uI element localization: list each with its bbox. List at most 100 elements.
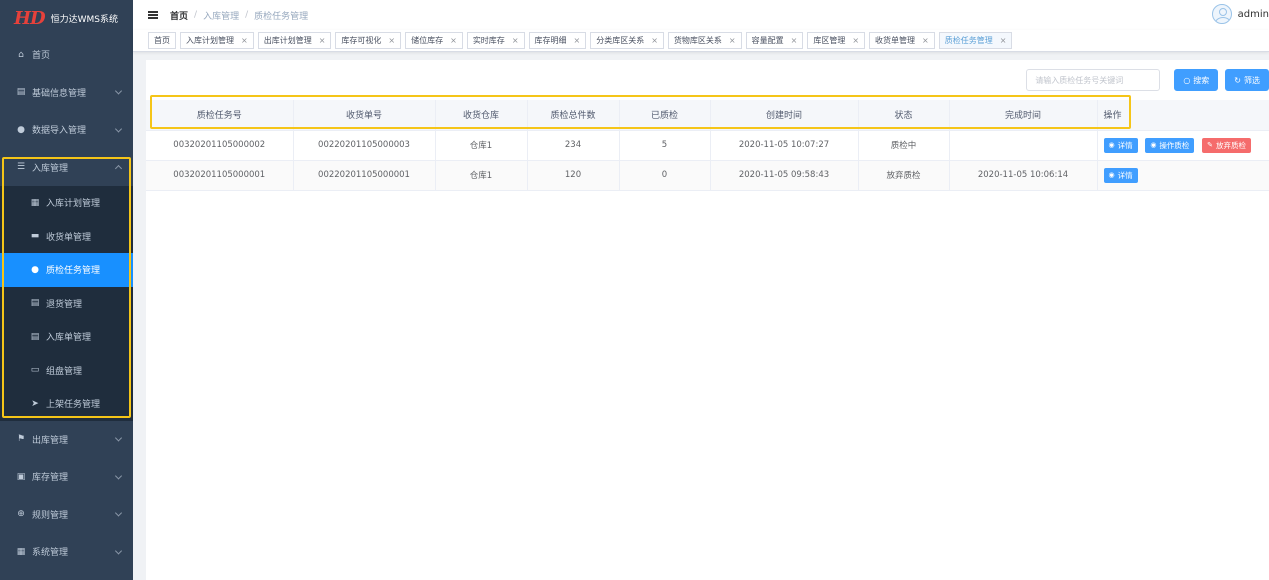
sidebar-item-label: 入库计划管理 — [46, 199, 101, 210]
operate-qc-button[interactable]: ◉ 操作质检 — [1145, 137, 1195, 153]
sidebar-item-label: 质检任务管理 — [46, 266, 101, 277]
close-icon[interactable]: × — [922, 36, 929, 45]
table-row[interactable]: 00320201105000002 00220201105000003 仓库1 … — [146, 130, 1269, 161]
column-header[interactable]: 质检总件数 — [527, 100, 620, 131]
close-icon[interactable]: × — [791, 36, 798, 45]
avatar[interactable] — [1211, 4, 1232, 24]
sidebar-group-inbound[interactable]: ☰ 入库管理 — [0, 149, 133, 187]
button-label: 详情 — [1117, 140, 1133, 150]
tag-item[interactable]: 实时库存 × — [466, 32, 525, 49]
clipboard-icon: ▤ — [30, 298, 40, 309]
eye-icon: ◉ — [1108, 171, 1115, 179]
button-label: 放弃质检 — [1216, 140, 1246, 150]
cell-created: 2020-11-05 09:58:43 — [710, 160, 859, 191]
chevron-down-icon — [114, 125, 123, 133]
cell-task-no: 00320201105000002 — [146, 130, 294, 161]
username[interactable]: admin — [1238, 9, 1269, 20]
tag-item[interactable]: 货物库区关系 × — [667, 32, 742, 49]
hamburger-icon[interactable] — [148, 11, 158, 19]
close-icon[interactable]: × — [241, 36, 248, 45]
cell-finished: 2020-11-05 10:06:14 — [949, 160, 1098, 191]
sidebar-item-inbound-order[interactable]: ▤ 入库单管理 — [0, 320, 133, 354]
sidebar-item-receipt[interactable]: ▬ 收货单管理 — [0, 220, 133, 254]
flag-icon: ⚑ — [16, 434, 26, 445]
chevron-down-icon — [114, 87, 123, 95]
column-header[interactable]: 收货仓库 — [435, 100, 528, 131]
cell-actions: ◉ 详情 — [1097, 160, 1269, 191]
grid-icon: ▦ — [30, 197, 40, 208]
close-icon[interactable]: × — [450, 36, 457, 45]
truck-icon: ▬ — [30, 231, 40, 242]
home-icon: ⌂ — [18, 49, 24, 60]
sidebar: HD 恒力达WMS系统 ⌂ 首页 ▤ 基础信息管理 ● 数据导入管理 ☰ 入库管… — [0, 0, 133, 580]
tag-item[interactable]: 出库计划管理 × — [257, 32, 332, 49]
plus-circle-icon: ⊕ — [17, 509, 25, 520]
filter-button[interactable]: ↻ 筛选 — [1225, 69, 1269, 91]
cell-finished — [949, 130, 1098, 161]
sidebar-item-inventory[interactable]: ▣ 库存管理 — [0, 458, 133, 496]
logo[interactable]: HD 恒力达WMS系统 — [0, 0, 133, 36]
sidebar-item-putaway[interactable]: ➤ 上架任务管理 — [0, 387, 133, 421]
column-header[interactable]: 状态 — [858, 100, 950, 131]
user-icon: ● — [17, 124, 25, 135]
tag-label: 容量配置 — [751, 36, 784, 45]
column-header[interactable]: 收货单号 — [293, 100, 436, 131]
tag-item[interactable]: 库存明细 × — [528, 32, 587, 49]
button-label: 详情 — [1117, 170, 1133, 180]
sidebar-item-system[interactable]: ▦ 系统管理 — [0, 533, 133, 571]
button-label: 操作质检 — [1159, 140, 1190, 150]
sidebar-item-outbound[interactable]: ⚑ 出库管理 — [0, 421, 133, 459]
search-button[interactable]: ○ 搜索 — [1174, 69, 1219, 91]
column-header[interactable]: 完成时间 — [949, 100, 1098, 131]
clipboard-icon: ▤ — [30, 331, 40, 342]
search-input[interactable] — [1026, 69, 1161, 91]
sidebar-item-home[interactable]: ⌂ 首页 — [0, 36, 133, 74]
sidebar-item-rules[interactable]: ⊕ 规则管理 — [0, 496, 133, 534]
column-header[interactable]: 已质检 — [619, 100, 711, 131]
close-icon[interactable]: × — [574, 36, 581, 45]
cell-status: 放弃质检 — [858, 160, 950, 191]
sidebar-item-data-import[interactable]: ● 数据导入管理 — [0, 111, 133, 149]
close-icon[interactable]: × — [1000, 36, 1007, 45]
sidebar-item-palletizing[interactable]: ▭ 组盘管理 — [0, 354, 133, 388]
tag-item[interactable]: 入库计划管理 × — [180, 32, 254, 49]
tag-item[interactable]: 库存可视化 × — [335, 32, 402, 49]
cell-inspected: 0 — [619, 160, 711, 191]
detail-button[interactable]: ◉ 详情 — [1103, 137, 1138, 153]
close-icon[interactable]: × — [729, 36, 736, 45]
sidebar-item-basic-info[interactable]: ▤ 基础信息管理 — [0, 74, 133, 112]
tag-label: 货物库区关系 — [673, 36, 722, 45]
breadcrumb-item: 质检任务管理 — [254, 11, 309, 22]
sidebar-item-label: 入库单管理 — [46, 333, 92, 344]
table-row[interactable]: 00320201105000001 00220201105000001 仓库1 … — [146, 160, 1269, 191]
sidebar-item-inbound-plan[interactable]: ▦ 入库计划管理 — [0, 186, 133, 220]
breadcrumb-item[interactable]: 首页 — [170, 9, 188, 22]
cell-created: 2020-11-05 10:07:27 — [710, 130, 859, 161]
cell-warehouse: 仓库1 — [435, 130, 528, 161]
eye-icon: ◉ — [1150, 141, 1157, 149]
list-icon: ☰ — [16, 162, 26, 173]
tag-item[interactable]: 库区管理 × — [807, 32, 866, 49]
tag-item[interactable]: 收货单管理 × — [869, 32, 935, 49]
sidebar-item-qc-task[interactable]: ● 质检任务管理 — [0, 253, 133, 287]
chevron-down-icon — [114, 547, 123, 555]
close-icon[interactable]: × — [852, 36, 859, 45]
column-header: 操作 — [1097, 100, 1269, 131]
detail-button[interactable]: ◉ 详情 — [1103, 167, 1138, 183]
close-icon[interactable]: × — [512, 36, 519, 45]
tag-item[interactable]: 储位库存 × — [405, 32, 463, 49]
tags-view: 首页 入库计划管理 × 出库计划管理 × 库存可视化 × 储位库存 × 实时库存 × 库存… — [133, 30, 1269, 52]
tag-item[interactable]: 分类库区关系 × — [590, 32, 664, 49]
cell-receipt-no: 00220201105000003 — [293, 130, 436, 161]
column-header[interactable]: 创建时间 — [710, 100, 859, 131]
close-icon[interactable]: × — [388, 36, 395, 45]
close-icon[interactable]: × — [651, 36, 658, 45]
close-icon[interactable]: × — [319, 36, 326, 45]
tag-item-active[interactable]: 质检任务管理 × — [938, 32, 1013, 49]
tag-item[interactable]: 容量配置 × — [745, 32, 804, 49]
sidebar-item-returns[interactable]: ▤ 退货管理 — [0, 287, 133, 321]
column-header[interactable]: 质检任务号 — [146, 100, 294, 131]
tag-home[interactable]: 首页 — [148, 32, 176, 49]
user-menu[interactable]: admin — [1211, 4, 1269, 24]
abandon-qc-button[interactable]: ✎ 放弃质检 — [1202, 137, 1251, 153]
